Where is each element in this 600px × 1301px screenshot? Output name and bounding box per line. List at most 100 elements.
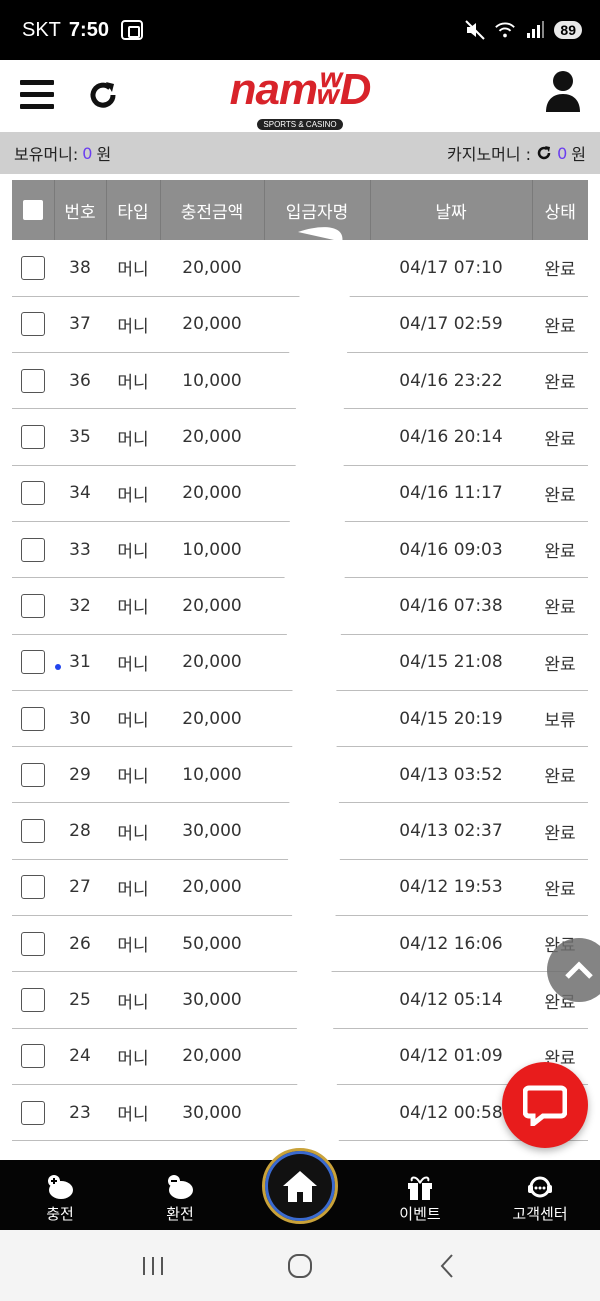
home-button[interactable] <box>262 1148 338 1224</box>
row-date: 04/12 16:06 <box>370 915 532 973</box>
row-number: 38 <box>54 240 106 297</box>
row-type: 머니 <box>106 352 160 410</box>
battery-level: 89 <box>554 21 582 39</box>
row-type: 머니 <box>106 915 160 973</box>
row-date: 04/13 03:52 <box>370 746 532 804</box>
nav-deposit[interactable]: 충전 <box>0 1160 120 1230</box>
status-bar: SKT 7:50 89 <box>0 0 600 60</box>
row-number: 34 <box>54 465 106 522</box>
app-header: namʬD SPORTS & CASINO <box>0 60 600 132</box>
row-type: 머니 <box>106 634 160 691</box>
row-checkbox[interactable] <box>12 802 54 860</box>
row-number: 37 <box>54 296 106 354</box>
checkbox[interactable] <box>21 312 45 337</box>
clock: 7:50 <box>68 18 109 41</box>
row-checkbox[interactable] <box>12 746 54 804</box>
home-system-icon[interactable] <box>280 1246 320 1286</box>
select-all-checkbox[interactable] <box>12 180 55 240</box>
row-type: 머니 <box>106 521 160 579</box>
wifi-icon <box>494 19 516 41</box>
row-type: 머니 <box>106 971 160 1029</box>
row-checkbox[interactable] <box>12 465 54 522</box>
row-number: 33 <box>54 521 106 579</box>
piggy-bank-plus-icon <box>48 1174 73 1199</box>
row-checkbox[interactable] <box>12 971 54 1029</box>
row-number: 32 <box>54 577 106 635</box>
piggy-bank-minus-icon <box>168 1174 193 1199</box>
casino-reload-icon[interactable] <box>535 144 553 162</box>
row-type: 머니 <box>106 746 160 804</box>
row-number: 30 <box>54 690 106 748</box>
live-chat-button[interactable] <box>502 1062 588 1148</box>
row-checkbox[interactable] <box>12 408 54 466</box>
row-date: 04/16 20:14 <box>370 408 532 466</box>
row-date: 04/12 05:14 <box>370 971 532 1029</box>
row-number: 24 <box>54 1028 106 1085</box>
checkbox[interactable] <box>21 425 45 450</box>
row-amount: 20,000 <box>160 577 264 635</box>
row-amount: 10,000 <box>160 746 264 804</box>
mute-icon <box>464 19 486 41</box>
chevron-up-icon <box>565 961 593 979</box>
checkbox[interactable] <box>21 988 45 1012</box>
checkbox[interactable] <box>21 819 45 844</box>
row-status: 완료 <box>532 634 588 691</box>
nav-withdraw[interactable]: 환전 <box>120 1160 240 1230</box>
nav-event-label: 이벤트 <box>399 1204 441 1223</box>
row-status: 완료 <box>532 746 588 804</box>
nav-support[interactable]: 고객센터 <box>480 1160 600 1230</box>
nav-event[interactable]: 이벤트 <box>360 1160 480 1230</box>
row-number: 27 <box>54 859 106 917</box>
back-icon[interactable] <box>427 1246 467 1286</box>
row-checkbox[interactable] <box>12 352 54 410</box>
checkbox[interactable] <box>21 931 45 956</box>
checkbox[interactable] <box>21 762 45 787</box>
row-checkbox[interactable] <box>12 296 54 354</box>
row-checkbox[interactable] <box>12 915 54 973</box>
checkbox[interactable] <box>21 593 45 618</box>
row-status: 완료 <box>532 577 588 635</box>
row-checkbox[interactable] <box>12 690 54 748</box>
row-checkbox[interactable] <box>12 240 54 297</box>
row-checkbox[interactable] <box>12 1084 54 1142</box>
screen-capture-icon <box>120 20 143 40</box>
row-status: 완료 <box>532 296 588 354</box>
row-date: 04/17 07:10 <box>370 240 532 297</box>
nav-withdraw-label: 환전 <box>166 1204 194 1223</box>
row-amount: 20,000 <box>160 1028 264 1085</box>
row-number: 26 <box>54 915 106 973</box>
row-amount: 30,000 <box>160 802 264 860</box>
row-checkbox[interactable] <box>12 577 54 635</box>
row-amount: 20,000 <box>160 296 264 354</box>
checkbox[interactable] <box>21 1044 45 1069</box>
menu-icon[interactable] <box>20 80 54 110</box>
row-type: 머니 <box>106 859 160 917</box>
row-checkbox[interactable] <box>12 521 54 579</box>
row-checkbox[interactable] <box>12 634 54 691</box>
checkbox[interactable] <box>21 650 45 675</box>
checkbox[interactable] <box>21 537 45 562</box>
row-type: 머니 <box>106 408 160 466</box>
site-logo[interactable]: namʬD SPORTS & CASINO <box>206 65 394 130</box>
gift-icon <box>408 1176 432 1200</box>
checkbox[interactable] <box>21 368 45 393</box>
row-type: 머니 <box>106 802 160 860</box>
row-date: 04/16 23:22 <box>370 352 532 410</box>
checkbox[interactable] <box>21 1100 45 1125</box>
checkbox[interactable] <box>21 706 45 731</box>
checkbox[interactable] <box>21 481 45 506</box>
checkbox[interactable] <box>21 255 45 280</box>
row-number: 28 <box>54 802 106 860</box>
row-number: 31 <box>54 634 106 691</box>
recent-apps-icon[interactable] <box>133 1246 173 1286</box>
logo-text: namʬD <box>229 65 372 114</box>
refresh-icon[interactable] <box>86 78 120 112</box>
checkbox[interactable] <box>21 875 45 900</box>
user-icon[interactable] <box>544 70 582 112</box>
row-checkbox[interactable] <box>12 1028 54 1085</box>
row-status: 완료 <box>532 521 588 579</box>
money-label: 보유머니: <box>14 145 79 164</box>
row-checkbox[interactable] <box>12 859 54 917</box>
col-number: 번호 <box>54 180 107 240</box>
row-status: 완료 <box>532 859 588 917</box>
